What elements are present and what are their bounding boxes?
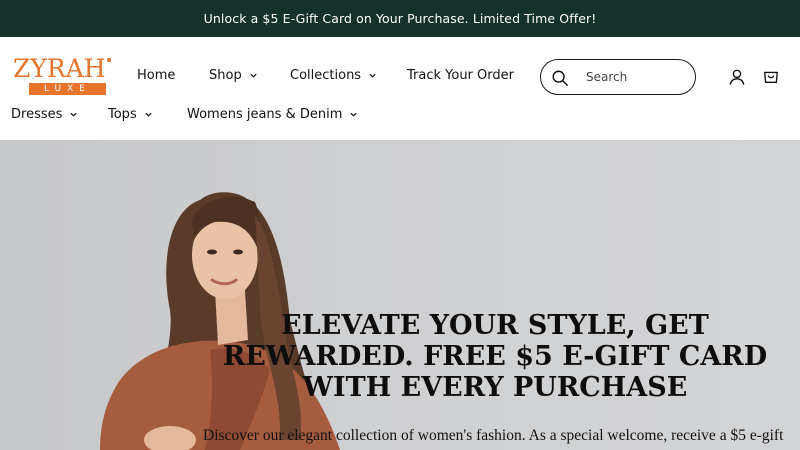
- nav-dresses-label: Dresses: [11, 107, 63, 122]
- chevron-down-icon: [250, 73, 257, 78]
- hero-subtitle: Discover our elegant collection of women…: [203, 427, 784, 444]
- chevron-down-icon: [70, 112, 78, 117]
- search-input[interactable]: [586, 67, 686, 87]
- nav-home-label: Home: [137, 68, 176, 83]
- hero-model-image: [100, 192, 340, 450]
- nav-track-order-label: Track Your Order: [407, 68, 514, 83]
- account-icon[interactable]: [728, 68, 746, 86]
- nav-dresses[interactable]: Dresses: [11, 107, 78, 122]
- chevron-down-icon: [369, 73, 376, 78]
- chevron-down-icon: [145, 112, 152, 117]
- nav-jeans-denim[interactable]: Womens jeans & Denim: [187, 107, 358, 122]
- search-box[interactable]: [540, 59, 696, 95]
- logo-wordmark: ZYRAH: [13, 54, 106, 83]
- logo-tagline: LUXE: [29, 83, 106, 95]
- chevron-down-icon: [350, 112, 357, 117]
- announcement-text: Unlock a $5 E-Gift Card on Your Purchase…: [203, 11, 597, 26]
- nav-shop[interactable]: Shop: [209, 68, 258, 83]
- nav-collections[interactable]: Collections: [290, 68, 377, 83]
- cart-icon[interactable]: [762, 67, 780, 85]
- hero-banner: ELEVATE YOUR STYLE, GET REWARDED. FREE $…: [0, 140, 800, 450]
- announcement-bar: Unlock a $5 E-Gift Card on Your Purchase…: [0, 0, 800, 37]
- nav-collections-label: Collections: [290, 68, 362, 83]
- nav-shop-label: Shop: [209, 68, 242, 83]
- search-icon[interactable]: [551, 69, 569, 87]
- hero-title: ELEVATE YOUR STYLE, GET REWARDED. FREE $…: [222, 310, 768, 403]
- nav-jeans-denim-label: Womens jeans & Denim: [187, 107, 343, 122]
- logo-dot: [107, 58, 111, 62]
- nav-tops[interactable]: Tops: [108, 107, 153, 122]
- nav-track-order[interactable]: Track Your Order: [407, 68, 514, 83]
- site-header: ZYRAH LUXE Home Shop Collections Track Y…: [0, 37, 800, 140]
- logo[interactable]: ZYRAH LUXE: [13, 54, 111, 97]
- nav-tops-label: Tops: [108, 107, 137, 122]
- nav-home[interactable]: Home: [137, 68, 175, 83]
